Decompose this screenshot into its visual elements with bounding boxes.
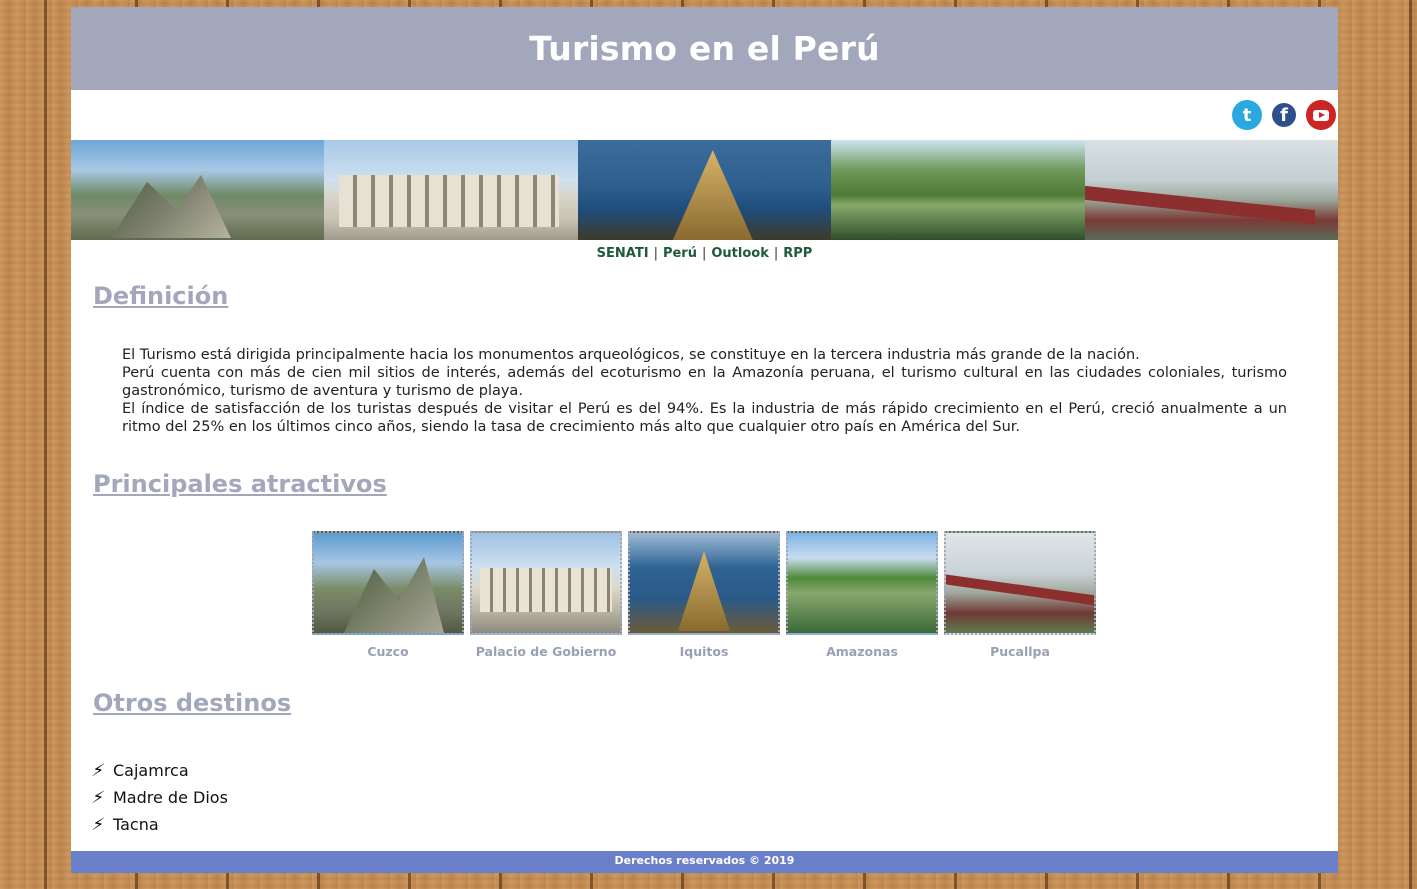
gallery-image[interactable] <box>312 531 464 635</box>
gallery-caption: Iquitos <box>679 644 729 659</box>
gallery-caption: Pucallpa <box>990 644 1050 659</box>
banner-image-amazonas <box>831 140 1085 240</box>
banner-image-pucallpa <box>1084 140 1338 240</box>
destino-label: Tacna <box>113 815 159 834</box>
banner-image-palacio <box>324 140 578 240</box>
list-item: ⚡ Cajamrca <box>88 757 228 784</box>
page: Turismo en el Perú t f SENATI | Perú | Outlo… <box>71 7 1338 873</box>
definicion-paragraph: Perú cuenta con más de cien mil sitios d… <box>122 365 1287 399</box>
social-bar: t f <box>71 90 1338 140</box>
atractivos-gallery: Cuzco Palacio de Gobierno Iquitos Amazon… <box>312 531 1096 659</box>
nav-separator: | <box>701 246 707 261</box>
nav-link-rpp[interactable]: RPP <box>783 246 812 261</box>
destinos-list: ⚡ Cajamrca ⚡ Madre de Dios ⚡ Tacna <box>88 757 228 838</box>
bolt-icon: ⚡ <box>89 760 107 781</box>
destino-label: Cajamrca <box>113 761 189 780</box>
definicion-paragraph: El Turismo está dirigida principalmente … <box>122 347 1140 363</box>
list-item: ⚡ Madre de Dios <box>88 784 228 811</box>
nav-links: SENATI | Perú | Outlook | RPP <box>71 240 1338 268</box>
gallery-item-iquitos[interactable]: Iquitos <box>628 531 780 659</box>
gallery-item-cuzco[interactable]: Cuzco <box>312 531 464 659</box>
list-item: ⚡ Tacna <box>88 811 228 838</box>
nav-link-outlook[interactable]: Outlook <box>711 246 768 261</box>
banner-image-iquitos <box>577 140 832 240</box>
gallery-caption: Cuzco <box>367 644 409 659</box>
facebook-icon[interactable]: f <box>1272 103 1296 127</box>
page-title: Turismo en el Perú <box>529 29 880 68</box>
nav-link-senati[interactable]: SENATI <box>597 246 649 261</box>
nav-separator: | <box>653 246 658 261</box>
definicion-text: El Turismo está dirigida principalmente … <box>122 346 1287 436</box>
nav-link-peru[interactable]: Perú <box>663 246 697 261</box>
gallery-caption: Palacio de Gobierno <box>475 644 617 659</box>
gallery-image[interactable] <box>470 531 622 635</box>
gallery-image[interactable] <box>786 531 938 635</box>
twitter-icon[interactable]: t <box>1232 100 1262 130</box>
gallery-image[interactable] <box>944 531 1096 635</box>
destino-label: Madre de Dios <box>113 788 228 807</box>
definicion-paragraph: El índice de satisfacción de los turista… <box>122 401 1287 435</box>
youtube-icon[interactable] <box>1306 100 1336 130</box>
gallery-item-amazonas[interactable]: Amazonas <box>786 531 938 659</box>
bolt-icon: ⚡ <box>89 814 107 835</box>
nav-separator: | <box>773 246 779 261</box>
site-footer: Derechos reservados © 2019 <box>71 851 1338 873</box>
bolt-icon: ⚡ <box>89 787 107 808</box>
site-header: Turismo en el Perú <box>71 7 1338 90</box>
gallery-item-palacio[interactable]: Palacio de Gobierno <box>470 531 622 659</box>
banner-image-cuzco <box>71 140 325 240</box>
gallery-caption: Amazonas <box>826 644 898 659</box>
gallery-item-pucallpa[interactable]: Pucallpa <box>944 531 1096 659</box>
section-title-definicion: Definición <box>93 282 229 310</box>
gallery-image[interactable] <box>628 531 780 635</box>
banner <box>71 140 1338 240</box>
section-title-destinos: Otros destinos <box>93 689 292 717</box>
footer-text: Derechos reservados © 2019 <box>614 854 795 867</box>
section-title-atractivos: Principales atractivos <box>93 470 387 498</box>
